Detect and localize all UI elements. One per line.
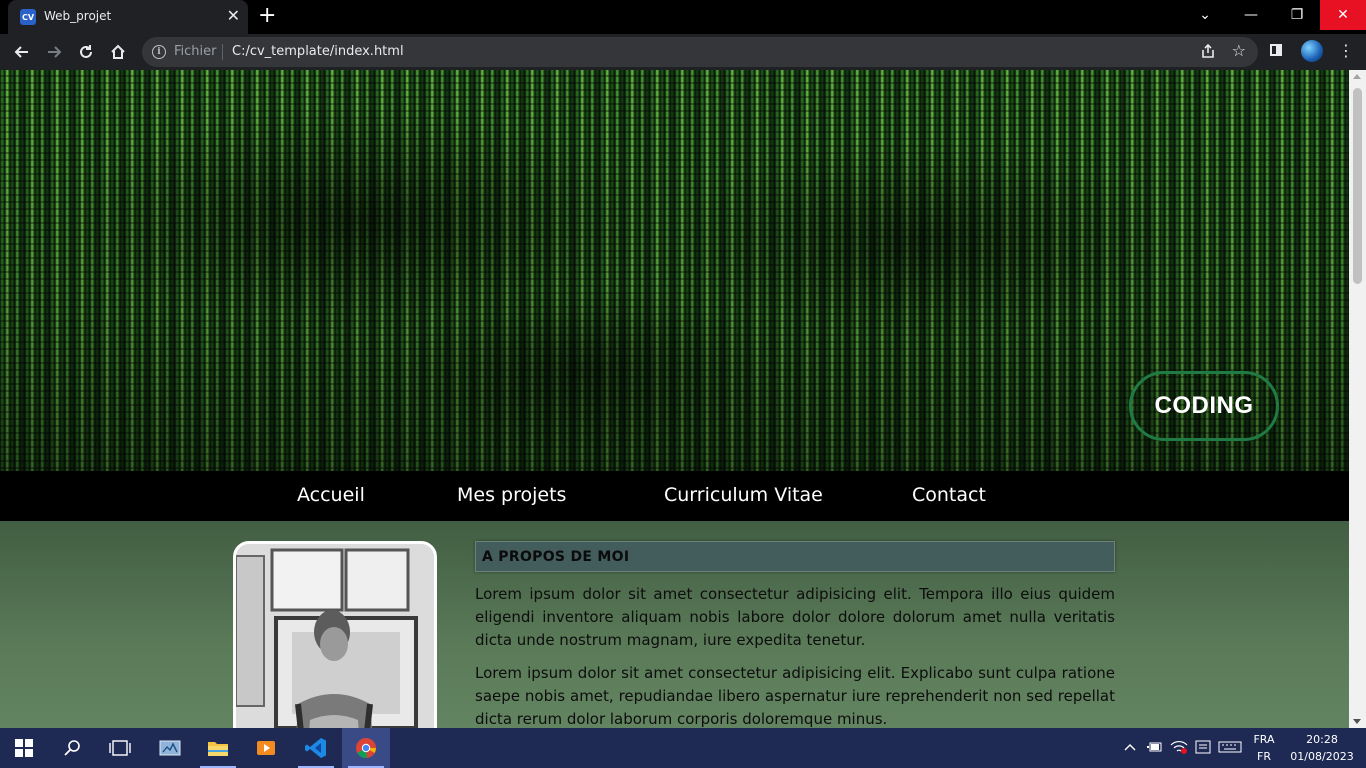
search-button[interactable] [48,728,96,768]
notification-icon[interactable] [1195,740,1211,754]
keyboard-layout-indicator[interactable]: FR [1246,750,1282,763]
close-window-button[interactable]: ✕ [1320,0,1366,30]
tab-title: Web_projet [44,9,112,23]
control-panel-icon [159,740,181,756]
reload-icon [80,45,92,58]
taskbar-app-media-player[interactable] [242,728,290,768]
taskbar-app-chrome[interactable] [342,728,390,768]
nav-link-accueil[interactable]: Accueil [297,484,365,506]
omnibox-divider [222,44,223,60]
coding-badge: CODING [1129,371,1279,441]
side-panel-icon[interactable] [1270,44,1282,56]
nav-link-mes-projets[interactable]: Mes projets [457,484,566,506]
network-icon[interactable] [1170,740,1188,754]
back-button[interactable] [8,38,36,66]
clock-time[interactable]: 20:28 [1282,733,1362,746]
home-icon [111,44,125,59]
tab-close-icon[interactable]: ✕ [227,6,240,26]
site-info-icon[interactable]: i [152,45,166,59]
tab-favicon-icon: CV [20,9,36,25]
profile-photo-illustration [236,544,434,728]
hero-banner: CODING [0,70,1349,471]
bookmark-star-icon[interactable]: ☆ [1232,41,1246,60]
profile-avatar[interactable] [1301,40,1323,62]
browser-tab-bar: CV Web_projet ✕ + ⌄ — ❐ ✕ [0,0,1366,34]
search-icon [64,740,80,756]
clock-date[interactable]: 01/08/2023 [1282,750,1362,763]
taskbar-app-vscode[interactable] [292,728,340,768]
about-paragraph: Lorem ipsum dolor sit amet consectetur a… [475,585,1115,649]
scheme-label: Fichier [174,44,217,59]
language-indicator[interactable]: FRA [1246,733,1282,746]
about-heading: A PROPOS DE MOI [475,541,1115,572]
keyboard-icon[interactable] [1218,741,1242,753]
scroll-down-arrow-icon[interactable] [1353,719,1361,724]
back-arrow-icon [14,46,28,58]
maximize-button[interactable]: ❐ [1274,0,1320,30]
about-section: A PROPOS DE MOI Lorem ipsum dolor sit am… [0,521,1349,728]
new-tab-button[interactable]: + [258,4,276,28]
scroll-thumb[interactable] [1353,88,1362,284]
forward-arrow-icon [48,46,62,58]
url-text[interactable]: C:/cv_template/index.html [232,44,404,59]
taskbar: FRA FR 20:28 01/08/2023 [0,728,1366,768]
browser-toolbar: i Fichier C:/cv_template/index.html ☆ ⋮ [0,34,1366,70]
nav-link-curriculum-vitae[interactable]: Curriculum Vitae [664,484,823,506]
profile-photo [233,541,437,728]
chrome-icon [356,738,377,759]
page-viewport: CODING Accueil Mes projets Curriculum Vi… [0,70,1349,728]
nav-link-contact[interactable]: Contact [912,484,986,506]
share-icon[interactable] [1200,43,1216,59]
tray-chevron-up-icon[interactable] [1124,742,1136,752]
page-scrollbar[interactable] [1349,70,1366,728]
windows-logo-icon [15,739,33,757]
browser-menu-icon[interactable]: ⋮ [1338,41,1354,61]
task-view-icon [109,740,131,756]
taskbar-app-control-panel[interactable] [146,728,194,768]
battery-icon[interactable] [1146,740,1162,754]
address-bar[interactable]: i Fichier C:/cv_template/index.html ☆ [142,37,1258,67]
task-view-button[interactable] [96,728,144,768]
vscode-icon [305,738,326,758]
tab-search-chevron-icon[interactable]: ⌄ [1182,0,1228,30]
home-button[interactable] [104,38,132,66]
folder-icon [208,742,228,756]
forward-button[interactable] [40,38,68,66]
about-paragraph: Lorem ipsum dolor sit amet consectetur a… [475,664,1115,728]
browser-tab[interactable]: CV Web_projet ✕ [8,0,248,34]
reload-button[interactable] [72,38,100,66]
start-button[interactable] [0,728,48,768]
media-player-icon [257,741,275,755]
main-nav: Accueil Mes projets Curriculum Vitae Con… [0,471,1349,521]
minimize-button[interactable]: — [1228,0,1274,30]
taskbar-app-file-explorer[interactable] [194,728,242,768]
scroll-up-arrow-icon[interactable] [1353,74,1361,79]
